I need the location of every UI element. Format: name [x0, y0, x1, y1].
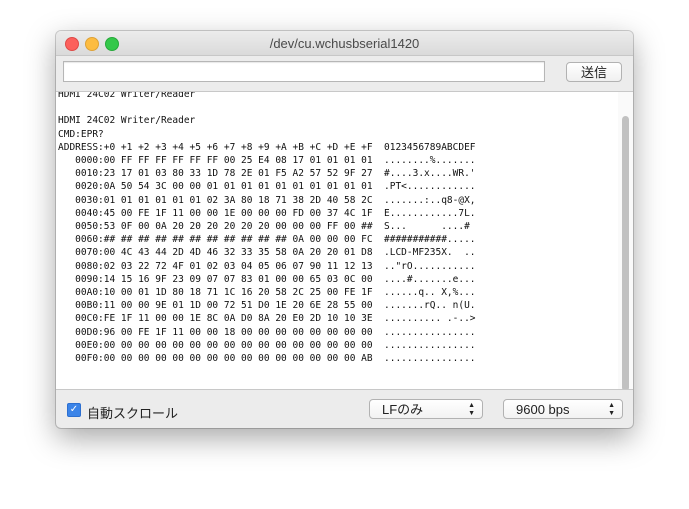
updown-arrows-icon: ▲ ▼ — [468, 402, 475, 417]
scrollbar-thumb[interactable] — [622, 116, 629, 389]
line-ending-value: LFのみ — [382, 402, 424, 417]
serial-monitor-window: /dev/cu.wchusbserial1420 送信 HDMI 24C02 W… — [56, 31, 633, 428]
autoscroll-checkbox[interactable]: ✓ — [67, 403, 81, 417]
baud-rate-value: 9600 bps — [516, 402, 570, 417]
line-ending-select[interactable]: LFのみ ▲ ▼ — [369, 399, 483, 419]
updown-arrows-icon: ▲ ▼ — [608, 402, 615, 417]
baud-rate-select[interactable]: 9600 bps ▲ ▼ — [503, 399, 623, 419]
autoscroll-label: 自動スクロール — [87, 406, 179, 421]
send-row: 送信 — [56, 56, 633, 91]
titlebar: /dev/cu.wchusbserial1420 — [56, 31, 633, 56]
footer-bar: ✓ 自動スクロール LFのみ ▲ ▼ 9600 bps ▲ ▼ — [56, 389, 633, 428]
serial-output[interactable]: HDMI 24C02 Writer/Reader HDMI 24C02 Writ… — [56, 91, 633, 390]
send-input[interactable] — [63, 61, 545, 82]
console-text: HDMI 24C02 Writer/Reader HDMI 24C02 Writ… — [58, 91, 476, 365]
send-button[interactable]: 送信 — [566, 62, 622, 82]
vertical-scrollbar[interactable] — [618, 92, 633, 389]
window-title: /dev/cu.wchusbserial1420 — [269, 36, 420, 51]
